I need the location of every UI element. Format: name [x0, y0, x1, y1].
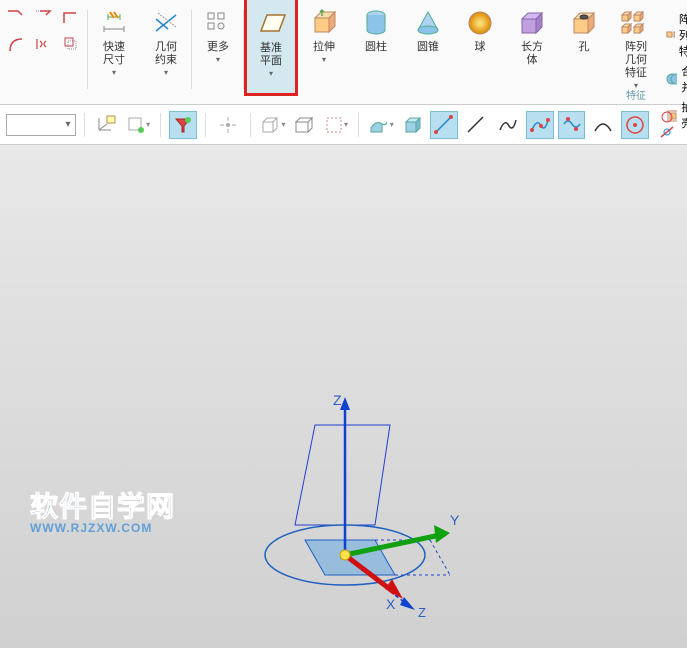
filter-icon[interactable] — [169, 111, 197, 139]
z-axis-label: Z — [333, 395, 342, 408]
toolbar: ▾ ▾ ▾ ▾ ▾ — [0, 105, 687, 145]
cylinder-label: 圆柱 — [365, 41, 387, 54]
spline-points-icon[interactable] — [526, 111, 554, 139]
shaded-surface-icon[interactable]: ▾ — [367, 111, 395, 139]
cylinder-button[interactable]: 圆柱 — [356, 5, 396, 56]
ribbon: 快速尺寸 ▾ 几何约束 ▾ 更多 ▾ 基准平面 ▾ 拉伸 ▾ — [0, 0, 687, 105]
watermark-main: 软件自学网 — [30, 485, 175, 525]
cuboid-button[interactable]: 长方体 — [512, 5, 552, 69]
tool-icon-a[interactable]: ▾ — [124, 111, 152, 139]
viewport-3d[interactable]: Z Z Y X 软件自学网 WWW.RJZXW.COM — [0, 145, 687, 648]
chevron-down-icon: ▾ — [322, 55, 326, 64]
cylinder-group: 圆柱 — [350, 5, 402, 104]
cone-button[interactable]: 圆锥 — [408, 5, 448, 56]
sphere-button[interactable]: 球 — [460, 5, 500, 56]
wave-icon[interactable] — [558, 111, 586, 139]
cuboid-label: 长方体 — [516, 41, 548, 67]
feature-group-label: 特征 — [626, 87, 646, 102]
extend-icon[interactable] — [34, 9, 52, 27]
point-icon[interactable] — [214, 111, 242, 139]
x-axis-label: X — [386, 596, 396, 612]
pattern-feature-label: 阵列几何特征 — [620, 41, 652, 80]
datum-plane-label: 基准平面 — [255, 42, 287, 68]
cuboid-group: 长方体 — [506, 5, 558, 104]
more-button[interactable]: 更多 ▾ — [198, 5, 238, 66]
shell-label: 抽壳 — [681, 99, 687, 131]
extrude-group: 拉伸 ▾ — [298, 5, 350, 104]
sphere-label: 球 — [475, 41, 486, 54]
datum-plane-button[interactable]: 基准平面 ▾ — [251, 6, 291, 80]
csys-icon[interactable] — [92, 111, 120, 139]
cone-group: 圆锥 — [402, 5, 454, 104]
pattern-label: 阵列特 — [679, 11, 687, 59]
sketch-tools-group — [0, 5, 88, 104]
quick-dim-label: 快速尺寸 — [98, 41, 130, 67]
coordinate-system[interactable]: Z Z Y X — [220, 395, 470, 648]
extrude-button[interactable]: 拉伸 ▾ — [304, 5, 344, 66]
toolbar-combo[interactable]: ▾ — [6, 114, 76, 136]
line-tool-icon[interactable] — [430, 111, 458, 139]
arc-icon[interactable] — [589, 111, 617, 139]
datum-plane-group: 基准平面 ▾ — [244, 0, 298, 96]
tangent-line-icon[interactable] — [653, 125, 681, 139]
watermark-sub: WWW.RJZXW.COM — [30, 521, 175, 535]
chevron-down-icon: ▾ — [112, 68, 116, 77]
sphere-group: 球 — [454, 5, 506, 104]
dimension-group: 快速尺寸 ▾ — [88, 5, 140, 104]
extrude-label: 拉伸 — [313, 41, 335, 54]
chevron-down-icon: ▾ — [269, 69, 273, 78]
geo-constraint-label: 几何约束 — [150, 41, 182, 67]
svg-text:Z: Z — [418, 605, 426, 620]
hole-group: 孔 — [558, 5, 610, 104]
y-axis-label: Y — [450, 512, 460, 528]
quick-dimension-button[interactable]: 快速尺寸 ▾ — [94, 5, 134, 79]
selection-box-icon[interactable]: ▾ — [322, 111, 350, 139]
offset-icon[interactable] — [62, 35, 80, 53]
chevron-down-icon: ▾ — [216, 55, 220, 64]
trim-icon[interactable] — [6, 9, 24, 27]
pattern-group: 阵列几何特征 ▾ 特征 — [610, 5, 662, 104]
constraint-group: 几何约束 ▾ — [140, 5, 192, 104]
unite-item[interactable]: 合并 — [666, 63, 687, 95]
more-label: 更多 — [207, 41, 229, 54]
hole-label: 孔 — [579, 41, 590, 54]
circle-point-icon[interactable] — [621, 111, 649, 139]
fillet-icon[interactable] — [6, 35, 24, 53]
pattern-feature-button[interactable]: 阵列几何特征 ▾ — [616, 5, 656, 92]
line-plain-icon[interactable] — [462, 111, 490, 139]
mirror-icon[interactable] — [34, 35, 52, 53]
circle-icon[interactable] — [653, 110, 681, 124]
hole-button[interactable]: 孔 — [564, 5, 604, 56]
cone-label: 圆锥 — [417, 41, 439, 54]
wireframe-icon[interactable]: ▾ — [259, 111, 287, 139]
chevron-down-icon: ▾ — [164, 68, 168, 77]
corner-icon[interactable] — [62, 9, 80, 27]
spline-icon[interactable] — [494, 111, 522, 139]
shaded-cube-icon[interactable] — [399, 111, 427, 139]
box-icon[interactable] — [290, 111, 318, 139]
watermark: 软件自学网 WWW.RJZXW.COM — [30, 485, 175, 535]
more-group: 更多 ▾ — [192, 5, 244, 104]
unite-label: 合并 — [681, 63, 687, 95]
pattern-feature-item[interactable]: 阵列特 — [666, 11, 687, 59]
geometric-constraint-button[interactable]: 几何约束 ▾ — [146, 5, 186, 79]
